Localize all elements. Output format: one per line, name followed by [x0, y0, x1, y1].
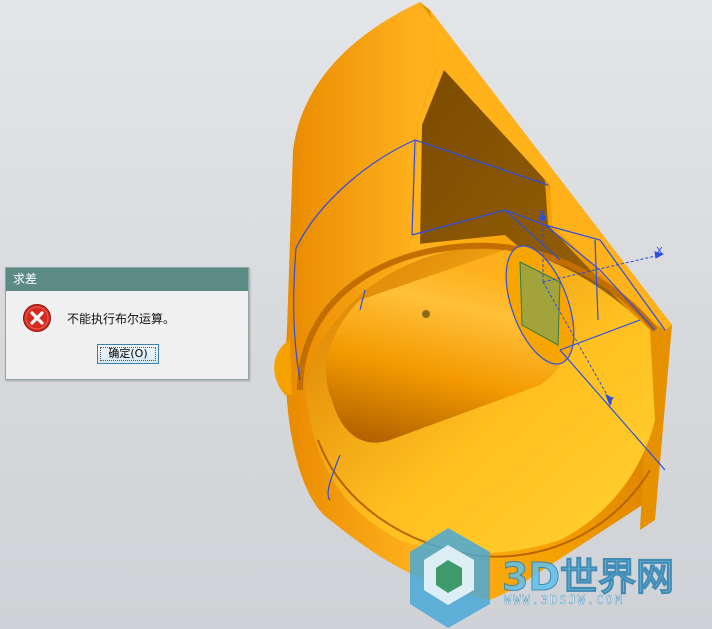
point-marker: [422, 310, 430, 318]
dialog-title[interactable]: 求差: [6, 268, 248, 291]
ok-button[interactable]: 确定(O): [97, 344, 159, 364]
error-message: 不能执行布尔运算。: [67, 312, 176, 326]
error-icon: [23, 304, 51, 332]
csys-z-label: Z: [538, 210, 545, 221]
csys-y-label: Y: [607, 396, 615, 407]
flange: [274, 340, 292, 395]
csys-x-label: X: [656, 246, 663, 257]
dialog-body: 不能执行布尔运算。 确定(O): [6, 291, 248, 379]
watermark-url: WWW.3DSJW.COM: [504, 593, 624, 607]
error-dialog: 求差 不能执行布尔运算。 确定(O): [5, 267, 249, 380]
